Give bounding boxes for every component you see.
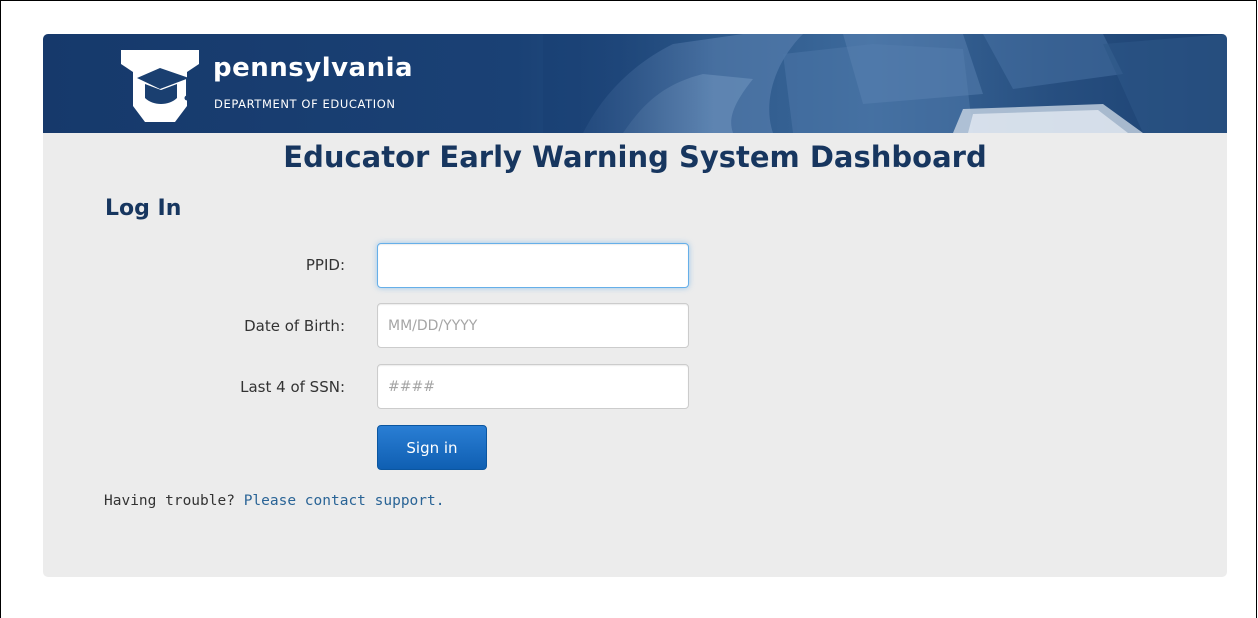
- dob-label: Date of Birth:: [244, 317, 345, 335]
- banner-photo: [543, 34, 1227, 133]
- page-title: Educator Early Warning System Dashboard: [283, 140, 987, 174]
- brand-name: pennsylvania: [213, 53, 414, 83]
- ssn-label: Last 4 of SSN:: [240, 378, 345, 396]
- help-text: Having trouble? Please contact support.: [104, 491, 444, 511]
- date-of-birth-input[interactable]: [377, 303, 689, 348]
- brand-subtitle: DEPARTMENT OF EDUCATION: [214, 97, 396, 111]
- ppid-input[interactable]: [377, 243, 689, 288]
- help-prefix: Having trouble?: [104, 493, 235, 509]
- ppid-label: PPID:: [305, 256, 345, 274]
- login-card: pennsylvania DEPARTMENT OF EDUCATION Edu…: [43, 34, 1227, 577]
- contact-support-link[interactable]: Please contact support.: [244, 493, 445, 509]
- login-heading: Log In: [105, 196, 182, 221]
- header-banner: pennsylvania DEPARTMENT OF EDUCATION: [43, 34, 1227, 133]
- ssn-last4-input[interactable]: [377, 364, 689, 409]
- keystone-graduation-cap-icon: [121, 50, 199, 122]
- sign-in-button[interactable]: Sign in: [377, 425, 487, 470]
